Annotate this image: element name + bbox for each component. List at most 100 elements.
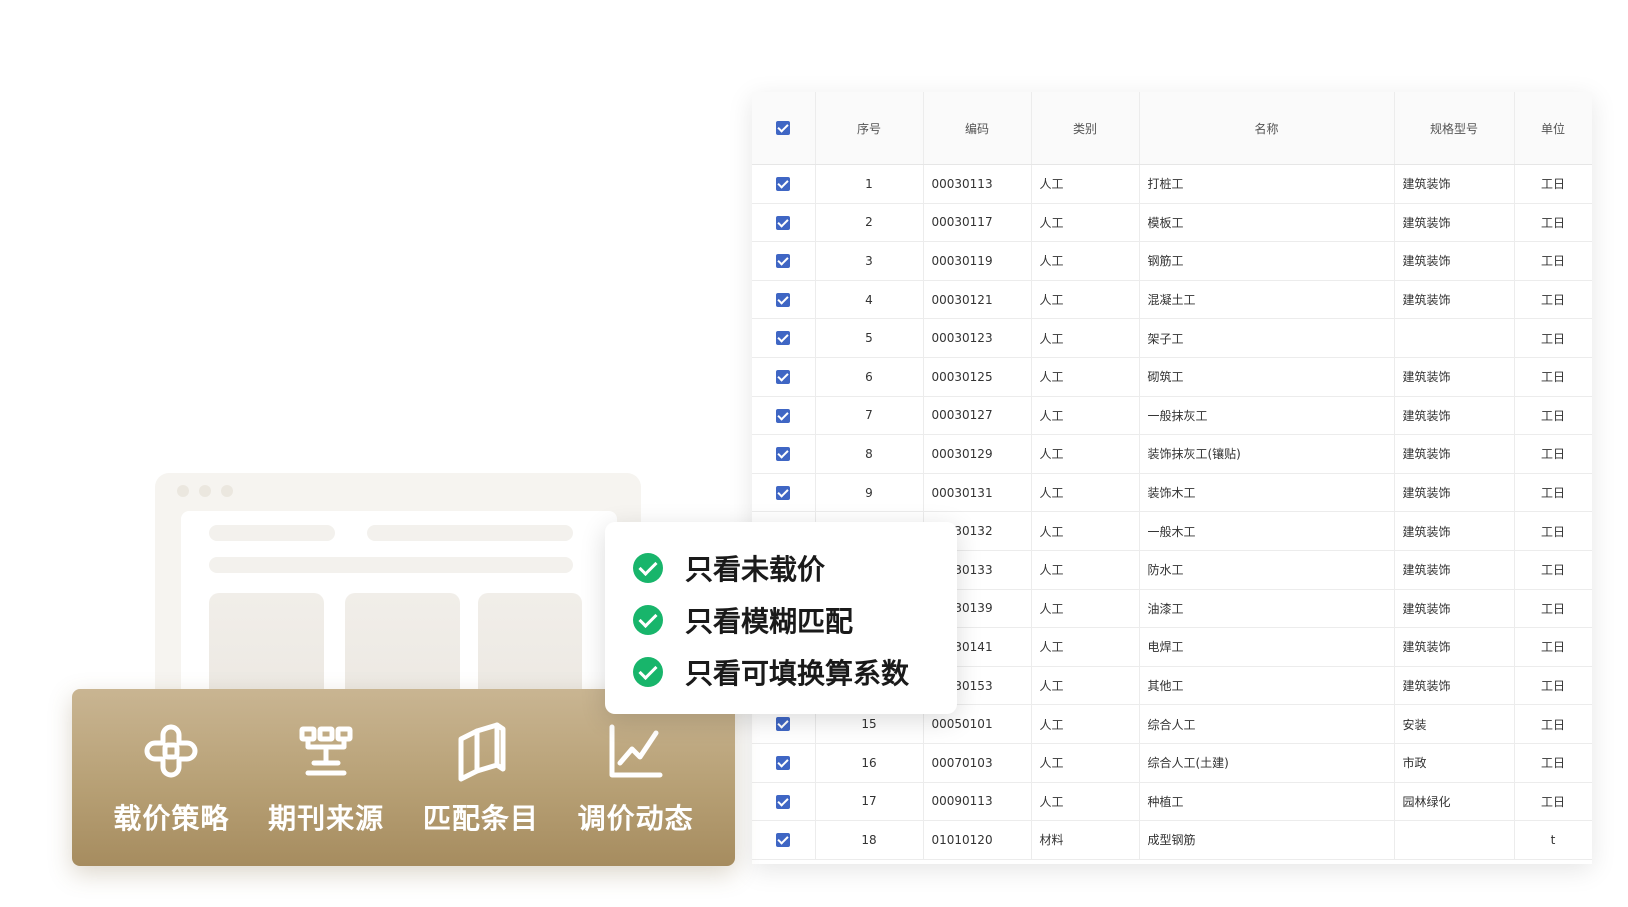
feature-bar: 载价策略 期刊来源 匹配条目 调价动态 bbox=[72, 689, 735, 866]
row-spec: 建筑装饰 bbox=[1394, 241, 1515, 281]
row-select-cell[interactable] bbox=[752, 203, 816, 243]
row-unit: 工日 bbox=[1514, 550, 1592, 590]
column-header-category[interactable]: 类别 bbox=[1031, 92, 1140, 165]
feature-price-trend[interactable]: 调价动态 bbox=[566, 719, 706, 837]
row-select-cell[interactable] bbox=[752, 396, 816, 436]
source-icon bbox=[299, 726, 353, 775]
row-checkbox[interactable] bbox=[776, 292, 791, 307]
row-unit: t bbox=[1514, 820, 1592, 860]
stage: 序号 编码 类别 名称 规格型号 单位 1 00030113 人工 打桩工 建筑装饰 工日… bbox=[0, 0, 1628, 907]
row-name: 油漆工 bbox=[1139, 589, 1395, 629]
filter-option-fuzzy-match[interactable]: 只看模糊匹配 bbox=[633, 594, 957, 646]
row-category: 人工 bbox=[1031, 782, 1140, 822]
table-row[interactable]: 5 00030123 人工 架子工 工日 bbox=[752, 318, 1592, 358]
feature-match[interactable]: 匹配条目 bbox=[411, 719, 551, 837]
table-row[interactable]: 1 00030113 人工 打桩工 建筑装饰 工日 bbox=[752, 164, 1592, 204]
row-select-cell[interactable] bbox=[752, 357, 816, 397]
row-name: 综合人工 bbox=[1139, 704, 1395, 744]
placeholder-bar bbox=[367, 525, 573, 541]
check-circle-icon[interactable] bbox=[633, 605, 663, 635]
row-spec: 园林绿化 bbox=[1394, 782, 1515, 822]
row-code: 00030119 bbox=[923, 241, 1032, 281]
row-select-cell[interactable] bbox=[752, 434, 816, 474]
row-checkbox[interactable] bbox=[776, 408, 791, 423]
row-category: 人工 bbox=[1031, 241, 1140, 281]
row-checkbox[interactable] bbox=[776, 370, 791, 385]
row-checkbox[interactable] bbox=[776, 177, 791, 192]
row-unit: 工日 bbox=[1514, 666, 1592, 706]
row-checkbox[interactable] bbox=[776, 833, 791, 848]
row-unit: 工日 bbox=[1514, 164, 1592, 204]
feature-source[interactable]: 期刊来源 bbox=[256, 719, 396, 837]
column-header-index[interactable]: 序号 bbox=[815, 92, 924, 165]
column-header-unit[interactable]: 单位 bbox=[1514, 92, 1592, 165]
table-row[interactable]: 6 00030125 人工 砌筑工 建筑装饰 工日 bbox=[752, 357, 1592, 397]
row-checkbox[interactable] bbox=[776, 254, 791, 269]
row-code: 00030127 bbox=[923, 396, 1032, 436]
row-unit: 工日 bbox=[1514, 511, 1592, 551]
check-circle-icon[interactable] bbox=[633, 553, 663, 583]
table-row[interactable]: 3 00030119 人工 钢筋工 建筑装饰 工日 bbox=[752, 241, 1592, 281]
row-spec: 建筑装饰 bbox=[1394, 666, 1515, 706]
row-select-cell[interactable] bbox=[752, 473, 816, 513]
select-all-header[interactable] bbox=[752, 92, 816, 165]
row-unit: 工日 bbox=[1514, 280, 1592, 320]
table-row[interactable]: 7 00030127 人工 一般抹灰工 建筑装饰 工日 bbox=[752, 396, 1592, 436]
window-dot bbox=[199, 485, 211, 497]
select-all-checkbox[interactable] bbox=[776, 121, 791, 136]
row-code: 00030117 bbox=[923, 203, 1032, 243]
row-code: 00030123 bbox=[923, 318, 1032, 358]
row-index: 8 bbox=[815, 434, 924, 474]
row-name: 模板工 bbox=[1139, 203, 1395, 243]
row-category: 人工 bbox=[1031, 280, 1140, 320]
table-row[interactable]: 9 00030131 人工 装饰木工 建筑装饰 工日 bbox=[752, 473, 1592, 513]
feature-strategy[interactable]: 载价策略 bbox=[101, 719, 241, 837]
row-select-cell[interactable] bbox=[752, 164, 816, 204]
row-code: 00030113 bbox=[923, 164, 1032, 204]
row-spec bbox=[1394, 318, 1515, 358]
row-name: 装饰抹灰工(镶贴) bbox=[1139, 434, 1395, 474]
filter-option-conversion-factor[interactable]: 只看可填换算系数 bbox=[633, 646, 957, 698]
row-unit: 工日 bbox=[1514, 704, 1592, 744]
row-checkbox[interactable] bbox=[776, 331, 791, 346]
table-row[interactable]: 8 00030129 人工 装饰抹灰工(镶贴) 建筑装饰 工日 bbox=[752, 434, 1592, 474]
row-checkbox[interactable] bbox=[776, 717, 791, 732]
row-spec: 建筑装饰 bbox=[1394, 473, 1515, 513]
filter-popup: 只看未载价 只看模糊匹配 只看可填换算系数 bbox=[605, 522, 957, 714]
row-code: 00070103 bbox=[923, 743, 1032, 783]
row-checkbox[interactable] bbox=[776, 447, 791, 462]
row-checkbox[interactable] bbox=[776, 485, 791, 500]
row-select-cell[interactable] bbox=[752, 782, 816, 822]
book-icon bbox=[458, 722, 506, 781]
table-row[interactable]: 18 01010120 材料 成型钢筋 t bbox=[752, 820, 1592, 860]
row-unit: 工日 bbox=[1514, 357, 1592, 397]
row-select-cell[interactable] bbox=[752, 820, 816, 860]
row-spec: 建筑装饰 bbox=[1394, 396, 1515, 436]
table-row[interactable]: 16 00070103 人工 综合人工(土建) 市政 工日 bbox=[752, 743, 1592, 783]
row-checkbox[interactable] bbox=[776, 215, 791, 230]
column-header-code[interactable]: 编码 bbox=[923, 92, 1032, 165]
row-checkbox[interactable] bbox=[776, 794, 791, 809]
row-select-cell[interactable] bbox=[752, 743, 816, 783]
row-spec: 建筑装饰 bbox=[1394, 589, 1515, 629]
row-select-cell[interactable] bbox=[752, 241, 816, 281]
table-row[interactable]: 17 00090113 人工 种植工 园林绿化 工日 bbox=[752, 782, 1592, 822]
table-row[interactable]: 4 00030121 人工 混凝土工 建筑装饰 工日 bbox=[752, 280, 1592, 320]
column-header-name[interactable]: 名称 bbox=[1139, 92, 1395, 165]
check-circle-icon[interactable] bbox=[633, 657, 663, 687]
strategy-icon bbox=[144, 724, 198, 777]
row-unit: 工日 bbox=[1514, 203, 1592, 243]
row-index: 6 bbox=[815, 357, 924, 397]
table-row[interactable]: 2 00030117 人工 模板工 建筑装饰 工日 bbox=[752, 203, 1592, 243]
row-select-cell[interactable] bbox=[752, 280, 816, 320]
row-unit: 工日 bbox=[1514, 627, 1592, 667]
row-name: 打桩工 bbox=[1139, 164, 1395, 204]
row-checkbox[interactable] bbox=[776, 755, 791, 770]
filter-option-unpriced[interactable]: 只看未载价 bbox=[633, 542, 957, 594]
window-dot bbox=[221, 485, 233, 497]
row-spec: 建筑装饰 bbox=[1394, 434, 1515, 474]
row-name: 综合人工(土建) bbox=[1139, 743, 1395, 783]
row-code: 00030125 bbox=[923, 357, 1032, 397]
row-select-cell[interactable] bbox=[752, 318, 816, 358]
column-header-spec[interactable]: 规格型号 bbox=[1394, 92, 1515, 165]
